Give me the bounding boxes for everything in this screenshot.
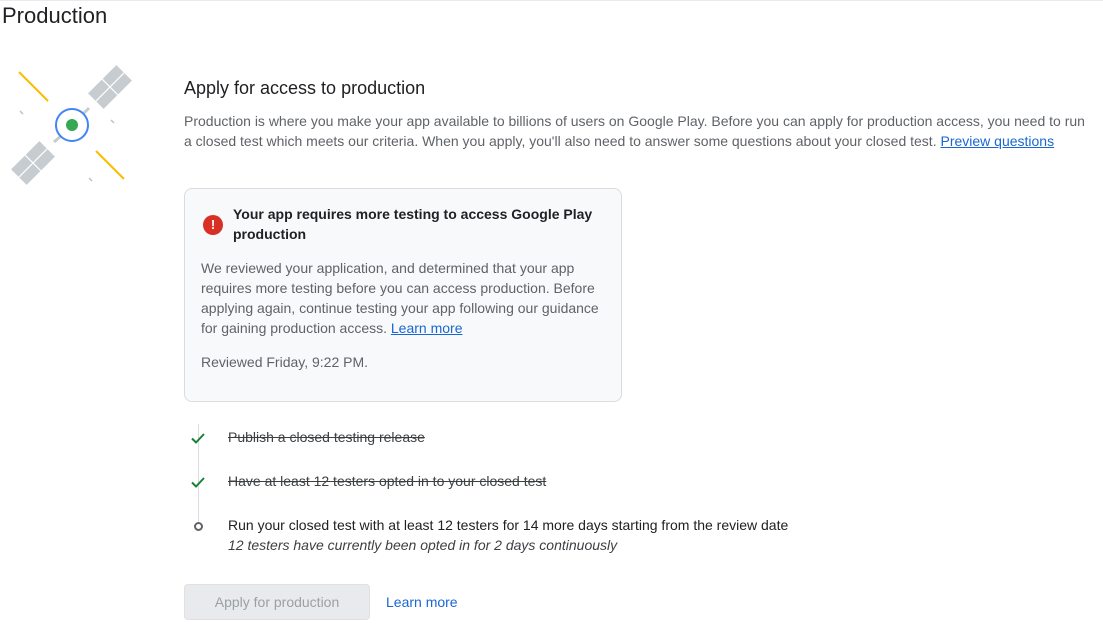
alert-learn-more-link[interactable]: Learn more [391, 320, 463, 336]
checklist-item-label: Run your closed test with at least 12 te… [228, 517, 789, 533]
apply-section: Apply for access to production Productio… [184, 76, 1089, 151]
checklist-item-label: Publish a closed testing release [228, 429, 425, 445]
checklist-item-detail: 12 testers have currently been opted in … [228, 537, 618, 553]
checklist-item-label: Have at least 12 testers opted in to you… [228, 473, 547, 489]
top-divider [0, 0, 1103, 1]
learn-more-button[interactable]: Learn more [378, 584, 466, 620]
checkmark-icon [191, 477, 205, 488]
intro-paragraph: Production is where you make your app av… [184, 111, 1089, 151]
testing-required-alert: ! Your app requires more testing to acce… [184, 188, 622, 402]
pending-circle-icon [194, 522, 203, 531]
requirements-checklist: Publish a closed testing release Have at… [184, 420, 1089, 560]
checkmark-icon [191, 433, 205, 444]
alert-title: Your app requires more testing to access… [233, 206, 593, 242]
reviewed-timestamp: Reviewed Friday, 9:22 PM. [201, 354, 369, 370]
satellite-illustration [6, 62, 138, 192]
preview-questions-link[interactable]: Preview questions [940, 133, 1054, 149]
apply-for-production-button[interactable]: Apply for production [184, 584, 370, 620]
page-title: Production [2, 3, 108, 28]
alert-body: We reviewed your application, and determ… [201, 258, 611, 338]
error-icon: ! [203, 215, 223, 235]
satellite-icon [11, 65, 132, 185]
section-heading: Apply for access to production [184, 78, 426, 98]
